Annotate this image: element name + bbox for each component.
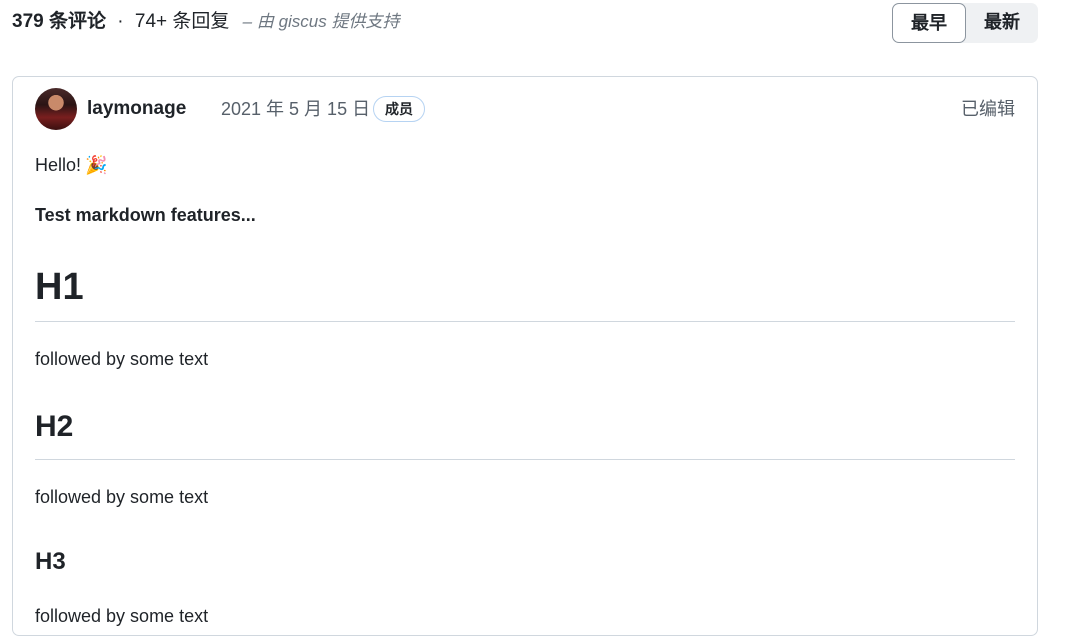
heading-h1: H1 [35,266,84,308]
heading-h2: H2 [35,410,74,443]
comment-count: 379 条评论 [12,11,106,32]
comment-header: laymonage 2021 年 5 月 15 日 成员 已编辑 [35,88,1015,130]
sort-oldest-button[interactable]: 最早 [892,3,966,43]
member-badge: 成员 [373,96,425,122]
powered-by-giscus[interactable]: – 由 giscus 提供支持 [243,12,400,31]
h2-divider [35,459,1015,460]
greeting-text: Hello! [35,155,82,175]
comments-summary: 379 条评论 · 74+ 条回复 – 由 giscus 提供支持 [12,10,399,34]
separator-dot: · [117,11,124,32]
greeting-line: Hello! 🎉 [35,153,107,177]
heading-h3: H3 [35,548,66,575]
h1-divider [35,321,1015,322]
h1-paragraph: followed by some text [35,349,209,369]
h2-paragraph: followed by some text [35,487,209,507]
avatar[interactable] [35,88,77,130]
reply-count: 74+ 条回复 [134,11,230,32]
intro-text: Test markdown features... [35,205,256,225]
comments-header: 379 条评论 · 74+ 条回复 – 由 giscus 提供支持 最早 最新 [12,0,1038,44]
sort-toggle: 最早 最新 [892,3,1038,43]
sort-newest-button[interactable]: 最新 [966,3,1038,43]
comment-card: laymonage 2021 年 5 月 15 日 成员 已编辑 Hello! 🎉… [12,76,1038,636]
edited-indicator[interactable]: 已编辑 [961,98,1015,120]
comment-date[interactable]: 2021 年 5 月 15 日 [221,98,370,120]
h3-paragraph: followed by some text [35,606,209,626]
comment-author[interactable]: laymonage [87,98,186,120]
party-popper-icon: 🎉 [85,155,108,175]
